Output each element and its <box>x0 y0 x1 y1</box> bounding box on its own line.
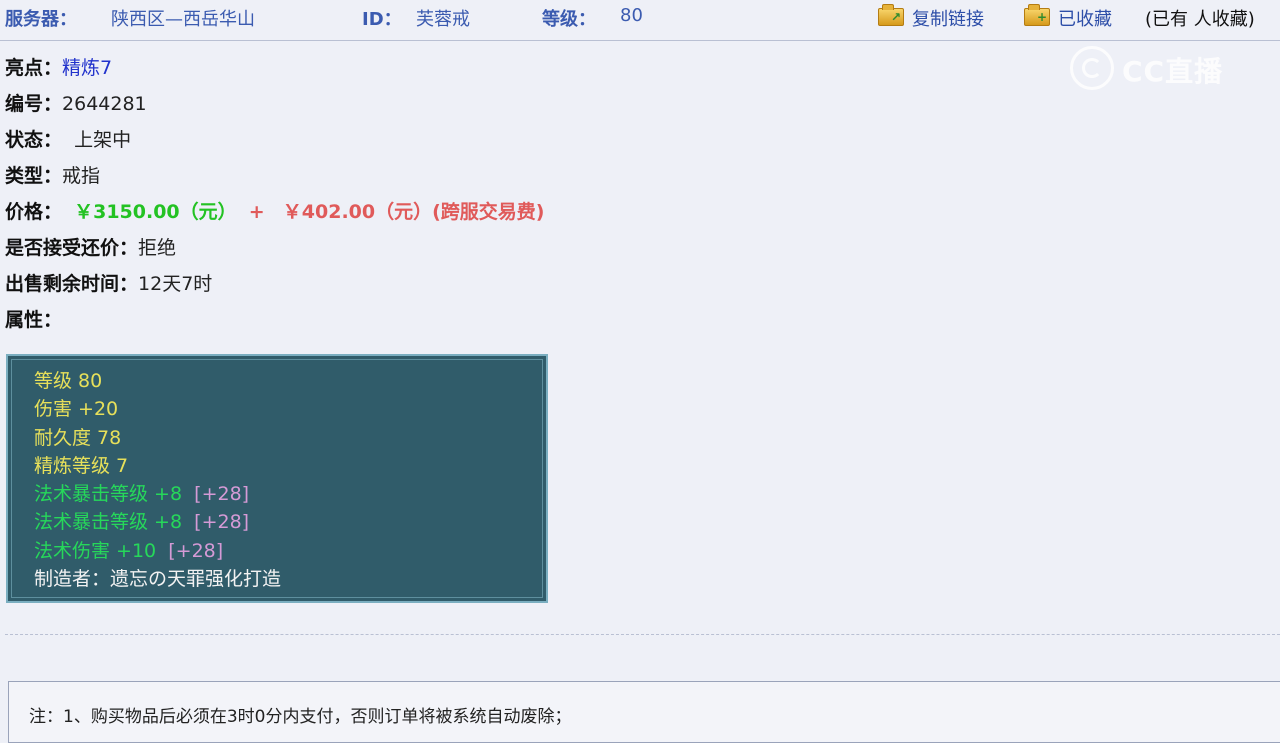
type-label: 类型： <box>5 165 63 187</box>
level-label: 等级： <box>542 9 596 30</box>
price-row: 价格： ￥3150.00（元） + ￥402.00（元）(跨服交易费) <box>5 200 544 224</box>
copy-link-button[interactable]: 复制链接 <box>912 5 984 31</box>
attribute-bonus: [+28] <box>194 483 250 505</box>
remaining-time-value: 12天7时 <box>138 273 213 295</box>
notice-text: 注：1、购买物品后必须在3时0分内支付，否则订单将被系统自动废除； <box>29 707 572 727</box>
counter-offer-row: 是否接受还价：拒绝 <box>5 236 176 260</box>
attribute-line: 制造者：遗忘の天罪强化打造 <box>34 568 282 590</box>
attribute-line: 等级 80 <box>34 370 103 392</box>
copy-link-folder-icon[interactable]: ↗ <box>878 4 904 26</box>
number-row: 编号：2644281 <box>5 92 147 116</box>
attribute-line: 法术暴击等级 +8 [+28] <box>34 510 249 534</box>
attribute-bonus: [+28] <box>194 511 250 533</box>
status-row: 状态： 上架中 <box>5 128 131 152</box>
favorite-count: (已有 人收藏) <box>1145 9 1255 30</box>
attribute-line: 法术伤害 +10 [+28] <box>34 539 223 563</box>
attribute-line: 耐久度 78 <box>34 427 122 449</box>
highlight-row: 亮点：精炼7 <box>5 56 112 80</box>
attribute-line: 法术暴击等级 +8 [+28] <box>34 482 249 506</box>
highlight-label: 亮点： <box>5 57 63 79</box>
notice-box: 注：1、购买物品后必须在3时0分内支付，否则订单将被系统自动废除； <box>8 681 1280 743</box>
section-divider <box>5 634 1280 635</box>
server-value: 陕西区—西岳华山 <box>111 9 255 30</box>
status-label: 状态： <box>5 129 63 151</box>
watermark-logo: CC直播 <box>1070 46 1250 94</box>
price-fee: ￥402.00（元）(跨服交易费) <box>282 201 545 223</box>
attribute-bonus: [+28] <box>168 540 224 562</box>
favorited-button[interactable]: 已收藏 <box>1058 5 1112 31</box>
highlight-value: 精炼7 <box>62 57 113 79</box>
attribute-text: 法术暴击等级 +8 <box>34 483 183 505</box>
number-value: 2644281 <box>62 93 147 115</box>
type-value: 戒指 <box>62 165 101 187</box>
cc-logo-icon <box>1070 46 1114 90</box>
remaining-time-row: 出售剩余时间：12天7时 <box>5 272 212 296</box>
watermark-text: CC直播 <box>1122 55 1224 88</box>
header-bar: 服务器： 陕西区—西岳华山 ID： 芙蓉戒 等级： 80 ↗ 复制链接 + 已收… <box>0 0 1280 41</box>
attributes-row: 属性： <box>5 308 62 332</box>
attribute-line: 精炼等级 7 <box>34 455 129 477</box>
attribute-panel: 等级 80 伤害 +20 耐久度 78 精炼等级 7 法术暴击等级 +8 [+2… <box>6 354 548 603</box>
counter-offer-label: 是否接受还价： <box>5 237 139 259</box>
attributes-label: 属性： <box>5 309 63 331</box>
type-row: 类型：戒指 <box>5 164 100 188</box>
level-value: 80 <box>620 5 643 26</box>
attribute-text: 法术暴击等级 +8 <box>34 511 183 533</box>
attribute-line: 伤害 +20 <box>34 398 119 420</box>
server-label: 服务器： <box>5 9 77 30</box>
favorite-folder-icon[interactable]: + <box>1024 4 1050 26</box>
counter-offer-value: 拒绝 <box>138 237 177 259</box>
price-main: ￥3150.00（元） <box>74 201 237 223</box>
id-label: ID： <box>362 9 402 30</box>
attribute-text: 法术伤害 +10 <box>34 540 157 562</box>
number-label: 编号： <box>5 93 63 115</box>
id-value: 芙蓉戒 <box>416 9 470 30</box>
status-value: 上架中 <box>74 129 132 151</box>
price-label: 价格： <box>5 201 63 223</box>
price-plus: + <box>248 201 265 223</box>
remaining-time-label: 出售剩余时间： <box>5 273 139 295</box>
